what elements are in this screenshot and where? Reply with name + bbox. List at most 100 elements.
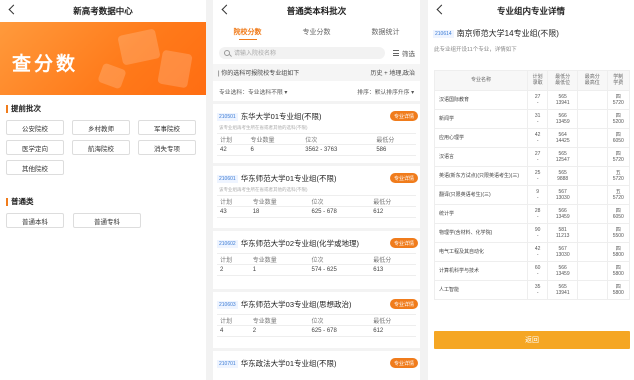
lowest-score-cell: 565 12547 (547, 147, 578, 167)
school-group-card[interactable]: 210701 华东政法大学01专业组(不限) 专业详情 (213, 348, 420, 380)
highest-score-cell (576, 109, 608, 129)
table-header-row: 专业名称 计划 录取 最低分 最低位 最高分 最高位 学制 学费 (434, 70, 631, 91)
category-button[interactable]: 医学定向 (6, 140, 64, 155)
group-stats-table: 计划 专业数量 位次 最低分 43 18 625 - 678 612 (217, 195, 416, 218)
card-header: 210603 华东师范大学03专业组(思想政治) (217, 299, 352, 310)
school-group-card[interactable]: 210602 华东师范大学02专业组(化学或地理) 专业详情 计划 专业数量 位次最… (213, 228, 420, 280)
regular-undergrad-button[interactable]: 普通本科 (6, 213, 64, 228)
page-title: 普通类本科批次 (286, 6, 347, 16)
lowest-score-cell: 565 13941 (547, 280, 578, 300)
section-title-regular: 普通类 (6, 196, 34, 207)
category-button[interactable]: 航海院校 (72, 140, 130, 155)
card-header: 210501 东华大学01专业组(不限) (217, 111, 322, 122)
info-left: | 你的选科可报院校专业组如下 (218, 71, 300, 77)
return-button[interactable]: 返回 (434, 331, 630, 349)
tab-bar: 院校分数 专业分数 数据统计 (213, 22, 420, 42)
batch-list-screen: 普通类本科批次 院校分数 专业分数 数据统计 请输入院校名称 筛选 | 你的选科… (213, 0, 420, 380)
group-name: 华东师范大学02专业组(化学或地理) (240, 239, 360, 248)
sort-bar: 专业选科：专业选科不限 ▾ 排序：默认排序升序 ▾ (213, 84, 420, 98)
category-button[interactable]: 公安院校 (6, 120, 64, 135)
lowest-score-cell: 565 13941 (547, 90, 578, 110)
major-detail-button[interactable]: 专业详情 (389, 299, 418, 309)
group-name: 华东师范大学03专业组(思想政治) (240, 300, 352, 309)
major-detail-button[interactable]: 专业详情 (389, 358, 418, 368)
score-value: 612 (370, 206, 416, 218)
group-code: 210601 (217, 174, 238, 183)
major-name: 汉语国际教育 (434, 90, 528, 110)
lowest-score-cell: 566 13459 (547, 261, 578, 281)
lowest-score-cell: 565 9888 (547, 166, 578, 186)
search-input[interactable]: 请输入院校名称 (219, 46, 385, 59)
count-value: 6 (247, 144, 303, 156)
regular-junior-college-button[interactable]: 普通专科 (73, 213, 141, 228)
major-table-body: 汉语国际教育 27 -565 13941 四 5720 新闻学 31 -566 134… (434, 90, 631, 300)
major-detail-button[interactable]: 专业详情 (389, 238, 418, 248)
major-name: 统计学 (434, 204, 528, 224)
col-header: 最低分 (370, 195, 416, 207)
table-row: 翻译(只限英语考生)(三) 9 -567 13030 五 5720 (434, 185, 631, 205)
table-row: 人工智能 35 -565 13941 四 5800 (434, 280, 631, 300)
filter-button[interactable]: 筛选 (393, 48, 415, 58)
major-detail-screen: 专业组内专业详情 210614 南京师范大学14专业组(不限) 此专业组开设11… (428, 0, 634, 380)
major-detail-button[interactable]: 专业详情 (389, 111, 418, 121)
fee-cell: 四 5200 (606, 109, 631, 129)
fee-cell: 四 6050 (606, 128, 631, 148)
col-header: 最低分 (370, 314, 416, 326)
plan-cell: 28 - (526, 204, 549, 224)
category-button[interactable]: 军事院校 (138, 120, 196, 135)
banner-decoration (97, 62, 127, 90)
col-header: 最低分 (370, 253, 416, 265)
major-name: 物理学(含材料、化学院) (434, 223, 528, 243)
col-header: 位次 (308, 195, 371, 207)
section-title-label: 提前批次 (11, 104, 41, 113)
highest-score-cell (576, 147, 608, 167)
category-button[interactable]: 乡村教师 (72, 120, 130, 135)
plan-value: 42 (217, 144, 248, 156)
major-detail-button[interactable]: 专业详情 (389, 173, 418, 183)
fee-cell: 四 5800 (606, 261, 631, 281)
group-name: 华东师范大学01专业组(不限) (240, 174, 337, 183)
table-row: 电气工程及其自动化 42 -567 13030 四 5800 (434, 242, 631, 262)
rank-value: 625 - 678 (308, 325, 371, 337)
group-description: 此专业组开设11个专业，详情如下 (434, 47, 517, 53)
col-header: 计划 (217, 314, 250, 326)
table-row: 应用心理学 42 -564 14425 四 6050 (434, 128, 631, 148)
category-button[interactable]: 其他院校 (6, 160, 64, 175)
col-header: 专业数量 (249, 253, 309, 265)
plan-cell: 35 - (526, 280, 549, 300)
col-header: 专业数量 (249, 195, 309, 207)
group-code: 210602 (217, 239, 238, 248)
group-title: 210614 南京师范大学14专业组(不限) (433, 28, 559, 39)
table-row: 计算机科学与技术 60 -566 13459 四 5800 (434, 261, 631, 281)
highest-score-cell (576, 280, 608, 300)
highest-score-cell (576, 185, 608, 205)
card-header: 210701 华东政法大学01专业组(不限) (217, 358, 337, 369)
plan-cell: 42 - (526, 128, 549, 148)
table-row: 统计学 28 -566 13459 四 6050 (434, 204, 631, 224)
table-row: 英语(新东方试点)(只限英语考生)(三) 25 -565 9888 五 5720 (434, 166, 631, 186)
back-arrow-icon[interactable] (435, 4, 447, 16)
page-title: 专业组内专业详情 (496, 6, 565, 16)
category-button[interactable]: 消失专项 (138, 140, 196, 155)
back-arrow-icon[interactable] (7, 4, 19, 16)
sort-dropdown[interactable]: 排序：默认排序升序 ▾ (357, 87, 414, 96)
tab-statistics[interactable]: 数据统计 (372, 22, 400, 42)
group-stats-table: 计划 专业数量 位次 最低分 4 2 625 - 678 612 (217, 314, 416, 337)
school-group-card[interactable]: 210603 华东师范大学03专业组(思想政治) 专业详情 计划 专业数量 位次 最低… (213, 289, 420, 341)
early-batch-buttons: 公安院校 乡村教师 军事院校 医学定向 航海院校 消失专项 其他院校 (6, 120, 196, 175)
school-group-card[interactable]: 210601 华东师范大学01专业组(不限) 专业详情 该专业组再考生所在省或者… (213, 163, 420, 221)
fee-cell: 四 5720 (606, 147, 631, 167)
major-name: 汉语言 (434, 147, 528, 167)
subject-info-bar: | 你的选科可报院校专业组如下 历史 + 地理,政治 (213, 64, 420, 81)
plan-cell: 60 - (526, 261, 549, 281)
plan-cell: 42 - (526, 242, 549, 262)
table-row: 新闻学 31 -566 13459 四 5200 (434, 109, 631, 129)
tab-major-scores[interactable]: 专业分数 (303, 22, 331, 42)
back-arrow-icon[interactable] (220, 4, 232, 16)
lowest-score-cell: 566 13459 (547, 204, 578, 224)
section-title-label: 普通类 (11, 197, 34, 206)
subject-dropdown[interactable]: 专业选科：专业选科不限 ▾ (219, 87, 287, 96)
school-group-card[interactable]: 210501 东华大学01专业组(不限) 专业详情 该专业组再考生所在省或者其他… (213, 101, 420, 159)
plan-cell: 25 - (526, 166, 549, 186)
tab-school-scores[interactable]: 院校分数 (234, 22, 262, 42)
